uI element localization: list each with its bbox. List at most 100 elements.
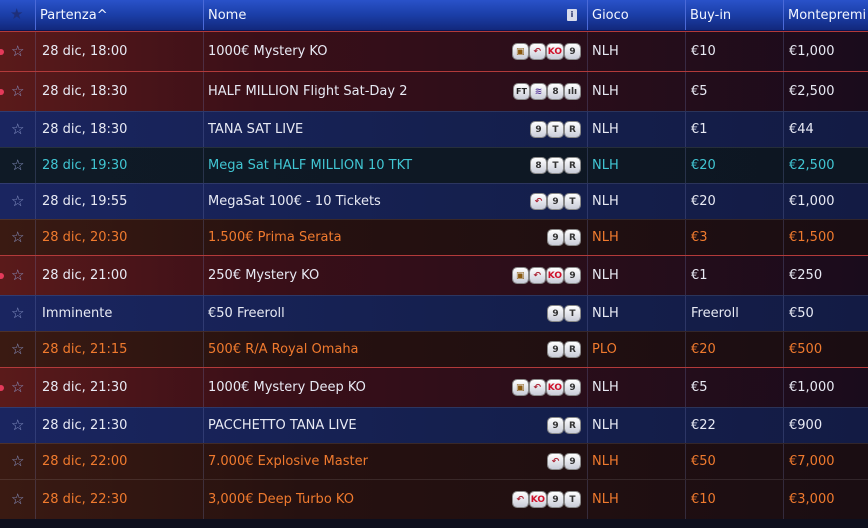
column-separator bbox=[783, 332, 784, 367]
column-separator bbox=[587, 332, 588, 367]
column-separator bbox=[685, 184, 686, 219]
tournament-name: 1.500€ Prima Serata bbox=[208, 230, 342, 245]
column-separator bbox=[783, 256, 784, 295]
favorite-star-icon[interactable]: ☆ bbox=[11, 43, 24, 59]
game-type: NLH bbox=[592, 44, 619, 59]
column-separator bbox=[35, 444, 36, 479]
table-row[interactable]: ☆ 28 dic, 18:00 1000€ Mystery KO NLH €10 €1,0… bbox=[0, 31, 868, 71]
buy-in: €20 bbox=[691, 342, 716, 357]
favorite-star-icon[interactable]: ☆ bbox=[11, 121, 24, 137]
rebuy-icon: ↶ bbox=[529, 268, 545, 283]
prize-pool: €2,500 bbox=[789, 84, 835, 99]
column-header-buyin[interactable]: Buy-in bbox=[685, 0, 783, 30]
column-header-game[interactable]: Gioco bbox=[587, 0, 685, 30]
column-separator bbox=[783, 220, 784, 255]
knockout-badge: KO bbox=[529, 492, 546, 507]
prize-pool: €2,500 bbox=[789, 158, 835, 173]
table-row[interactable]: ☆ 28 dic, 18:30 TANA SAT LIVE NLH €1 €44 9 T R bbox=[0, 111, 868, 147]
column-separator bbox=[35, 72, 36, 111]
column-header-prize[interactable]: Montepremi bbox=[783, 0, 868, 30]
table-size-badge: 9 bbox=[548, 492, 563, 507]
ticket-badge: T bbox=[548, 158, 563, 173]
buy-in: €20 bbox=[691, 158, 716, 173]
table-row[interactable]: ☆ 28 dic, 21:00 250€ Mystery KO NLH €1 €250 ▣ ↶… bbox=[0, 255, 868, 295]
table-row[interactable]: ☆ 28 dic, 19:55 MegaSat 100€ - 10 Tickets N… bbox=[0, 183, 868, 219]
game-type: NLH bbox=[592, 194, 619, 209]
buy-in: €1 bbox=[691, 122, 708, 137]
tournament-badges: ▣ ↶ KO 9 bbox=[512, 256, 580, 295]
prize-pool: €50 bbox=[789, 306, 814, 321]
table-row[interactable]: ☆ 28 dic, 18:30 HALF MILLION Flight Sat-Da… bbox=[0, 71, 868, 111]
tournament-badges: 9R bbox=[548, 408, 580, 443]
start-time: 28 dic, 21:30 bbox=[42, 418, 128, 433]
table-size-badge: 8 bbox=[531, 158, 546, 173]
table-size-badge: 9 bbox=[565, 454, 580, 469]
start-time: 28 dic, 21:30 bbox=[42, 380, 128, 395]
favorite-star-header-icon[interactable]: ★ bbox=[10, 7, 23, 22]
table-row[interactable]: ☆ 28 dic, 21:30 PACCHETTO TANA LIVE NLH €22 €… bbox=[0, 407, 868, 443]
table-size-badge: 9 bbox=[548, 418, 563, 433]
table-row[interactable]: ☆ 28 dic, 22:30 3,000€ Deep Turbo KO NLH €10… bbox=[0, 479, 868, 519]
column-separator bbox=[203, 220, 204, 255]
tournament-badges: ↶ 9 T bbox=[531, 184, 580, 219]
table-row[interactable]: ☆ 28 dic, 22:00 7.000€ Explosive Master NLH… bbox=[0, 443, 868, 479]
tournament-badges: ↶ 9 bbox=[548, 444, 580, 479]
table-row[interactable]: ☆ 28 dic, 21:15 500€ R/A Royal Omaha PLO €20… bbox=[0, 331, 868, 367]
rebuy-icon: ↶ bbox=[529, 44, 545, 59]
tournament-badges: 9R bbox=[548, 332, 580, 367]
ticket-badge: T bbox=[548, 122, 563, 137]
column-separator bbox=[783, 72, 784, 111]
favorite-star-icon[interactable]: ☆ bbox=[11, 193, 24, 209]
table-size-badge: 9 bbox=[565, 380, 580, 395]
column-header-start[interactable]: Partenza^ bbox=[35, 0, 203, 30]
table-row[interactable]: ☆ 28 dic, 19:30 Mega Sat HALF MILLION 10 T… bbox=[0, 147, 868, 183]
table-row[interactable]: ☆ Imminente €50 Freeroll NLH Freeroll €50 9 T bbox=[0, 295, 868, 331]
mystery-bounty-icon: ▣ bbox=[512, 44, 528, 59]
column-separator bbox=[587, 408, 588, 443]
tournament-list: ☆28 dic, 17:45Mega Explosive Sunday 5 TK… bbox=[0, 0, 868, 519]
start-time: Imminente bbox=[42, 306, 113, 321]
rebuy-icon: ↶ bbox=[529, 380, 545, 395]
column-separator bbox=[783, 408, 784, 443]
favorite-star-icon[interactable]: ☆ bbox=[11, 379, 24, 395]
start-time: 28 dic, 18:30 bbox=[42, 122, 128, 137]
document-icon[interactable]: i bbox=[567, 9, 577, 21]
column-separator bbox=[783, 444, 784, 479]
favorite-star-icon[interactable]: ☆ bbox=[11, 491, 24, 507]
favorite-star-icon[interactable]: ☆ bbox=[11, 341, 24, 357]
favorite-star-icon[interactable]: ☆ bbox=[11, 229, 24, 245]
table-header: ★ Partenza^ Nome i Gioco Buy-in Montepre… bbox=[0, 0, 868, 31]
game-type: NLH bbox=[592, 84, 619, 99]
prize-pool: €1,000 bbox=[789, 194, 835, 209]
column-separator bbox=[35, 148, 36, 183]
favorite-star-icon[interactable]: ☆ bbox=[11, 267, 24, 283]
tournament-badges: 9R bbox=[548, 220, 580, 255]
column-separator bbox=[587, 72, 588, 111]
column-separator bbox=[783, 368, 784, 407]
favorite-star-icon[interactable]: ☆ bbox=[11, 305, 24, 321]
column-separator bbox=[587, 148, 588, 183]
column-separator bbox=[685, 72, 686, 111]
rebuy-icon: ↶ bbox=[512, 492, 528, 507]
table-row[interactable]: ☆ 28 dic, 20:30 1.500€ Prima Serata NLH €3 €1… bbox=[0, 219, 868, 255]
column-separator bbox=[203, 444, 204, 479]
game-type: PLO bbox=[592, 342, 617, 357]
column-separator bbox=[685, 256, 686, 295]
game-type: NLH bbox=[592, 454, 619, 469]
column-header-name[interactable]: Nome bbox=[203, 0, 587, 30]
prize-pool: €1,000 bbox=[789, 380, 835, 395]
buy-in: €5 bbox=[691, 84, 708, 99]
table-row[interactable]: ☆ 28 dic, 21:30 1000€ Mystery Deep KO NLH €5… bbox=[0, 367, 868, 407]
start-time: 28 dic, 20:30 bbox=[42, 230, 128, 245]
column-separator bbox=[587, 480, 588, 519]
favorite-star-icon[interactable]: ☆ bbox=[11, 157, 24, 173]
tournament-name: 250€ Mystery KO bbox=[208, 268, 320, 283]
favorite-star-icon[interactable]: ☆ bbox=[11, 83, 24, 99]
column-separator bbox=[587, 220, 588, 255]
favorite-star-icon[interactable]: ☆ bbox=[11, 417, 24, 433]
column-separator bbox=[685, 32, 686, 71]
column-separator bbox=[587, 296, 588, 331]
favorite-star-icon[interactable]: ☆ bbox=[11, 453, 24, 469]
status-dot-icon bbox=[0, 88, 4, 95]
mystery-bounty-icon: ▣ bbox=[512, 380, 528, 395]
